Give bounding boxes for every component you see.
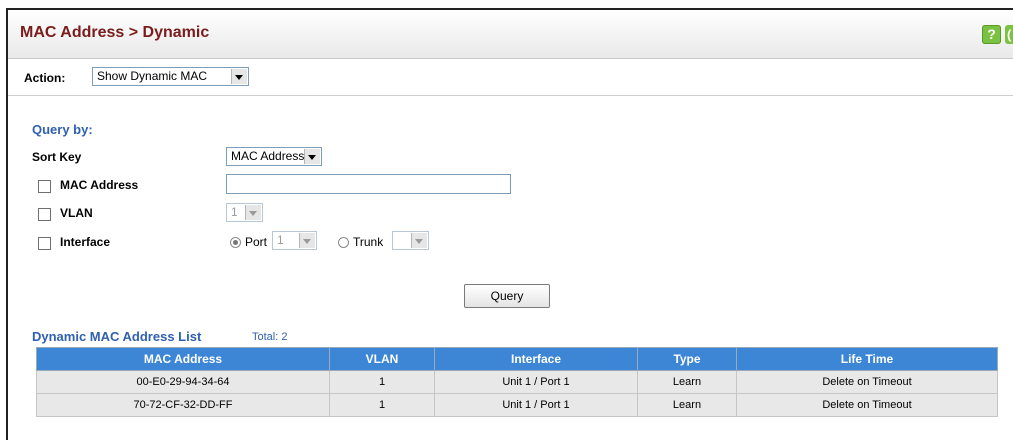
cell-type: Learn xyxy=(637,370,737,394)
sort-key-select[interactable]: MAC Address xyxy=(226,147,322,166)
action-select[interactable]: Show Dynamic MAC xyxy=(92,67,249,86)
trunk-label: Trunk xyxy=(353,235,384,249)
column-header[interactable]: Life Time xyxy=(736,347,998,371)
cell-life-time: Delete on Timeout xyxy=(736,393,998,417)
title-bar: MAC Address > Dynamic ? ( xyxy=(8,10,1013,59)
cell-vlan: 1 xyxy=(329,393,435,417)
cell-interface: Unit 1 / Port 1 xyxy=(434,393,638,417)
cell-mac: 70-72-CF-32-DD-FF xyxy=(36,393,330,417)
vlan-select-value: 1 xyxy=(231,205,238,219)
chevron-down-icon xyxy=(299,233,315,248)
port-label: Port xyxy=(245,235,268,249)
chevron-down-icon xyxy=(411,233,427,248)
port-select[interactable]: 1 xyxy=(272,231,317,250)
extra-icon[interactable]: ( xyxy=(1005,25,1013,44)
trunk-select[interactable] xyxy=(392,231,429,250)
interface-checkbox[interactable] xyxy=(38,237,51,250)
cell-life-time: Delete on Timeout xyxy=(736,370,998,394)
mac-address-input[interactable] xyxy=(226,174,511,194)
cell-type: Learn xyxy=(637,393,737,417)
vlan-label: VLAN xyxy=(60,206,93,220)
mac-address-checkbox[interactable] xyxy=(38,180,51,193)
cell-vlan: 1 xyxy=(329,370,435,394)
chevron-down-icon xyxy=(245,205,261,220)
action-bar: Action: Show Dynamic MAC xyxy=(8,59,1013,96)
sort-key-label: Sort Key xyxy=(32,150,82,164)
total-count: Total: 2 xyxy=(252,331,288,343)
port-radio[interactable] xyxy=(230,237,241,248)
mac-address-label: MAC Address xyxy=(60,178,139,192)
table-header-row: MAC Address VLAN Interface Type Life Tim… xyxy=(36,347,998,371)
query-heading: Query by: xyxy=(32,122,93,137)
vlan-checkbox[interactable] xyxy=(38,208,51,221)
column-header[interactable]: VLAN xyxy=(329,347,435,371)
trunk-radio[interactable] xyxy=(338,237,349,248)
list-heading: Dynamic MAC Address List xyxy=(32,329,202,344)
chevron-down-icon xyxy=(304,149,320,164)
column-header[interactable]: MAC Address xyxy=(36,347,330,371)
column-header[interactable]: Interface xyxy=(434,347,638,371)
cell-interface: Unit 1 / Port 1 xyxy=(434,370,638,394)
dynamic-mac-table: MAC Address VLAN Interface Type Life Tim… xyxy=(36,347,998,417)
table-row: 00-E0-29-94-34-64 1 Unit 1 / Port 1 Lear… xyxy=(36,370,998,394)
table-row: 70-72-CF-32-DD-FF 1 Unit 1 / Port 1 Lear… xyxy=(36,393,998,417)
port-select-value: 1 xyxy=(277,233,284,247)
cell-mac: 00-E0-29-94-34-64 xyxy=(36,370,330,394)
query-button[interactable]: Query xyxy=(464,284,550,308)
main-panel: MAC Address > Dynamic ? ( Action: Show D… xyxy=(6,8,1013,440)
help-icon[interactable]: ? xyxy=(982,25,1001,44)
interface-label: Interface xyxy=(60,235,111,249)
sort-key-value: MAC Address xyxy=(231,149,305,163)
chevron-down-icon xyxy=(231,69,247,84)
column-header[interactable]: Type xyxy=(637,347,737,371)
action-select-value: Show Dynamic MAC xyxy=(97,69,208,83)
vlan-select[interactable]: 1 xyxy=(226,203,263,222)
page-title: MAC Address > Dynamic xyxy=(20,24,210,41)
action-label: Action: xyxy=(24,71,66,85)
